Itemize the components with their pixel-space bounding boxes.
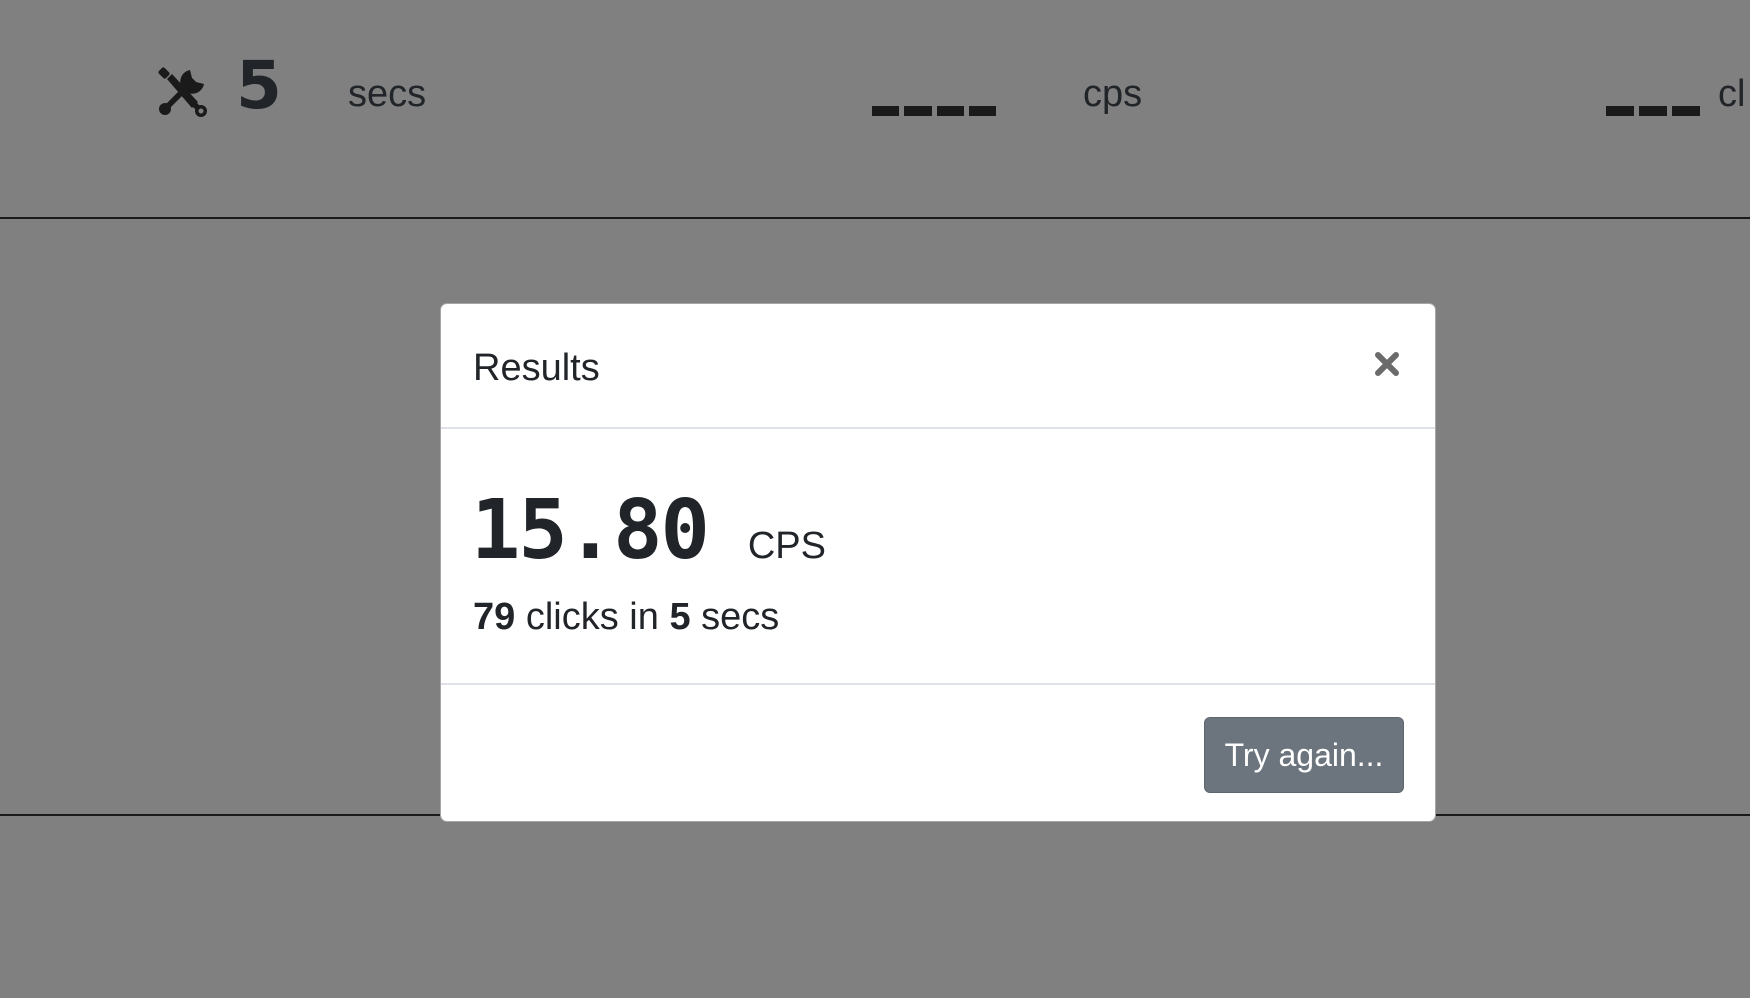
cps-unit: cps xyxy=(1083,73,1143,115)
clicks-unit: cl xyxy=(1718,73,1746,115)
clicks-value-placeholder xyxy=(1606,106,1700,116)
try-again-button[interactable]: Try again... xyxy=(1204,717,1404,793)
seconds-text: secs xyxy=(701,596,780,638)
page: 5 secs cps cl Results 15.80 CPS 79 click… xyxy=(0,0,1750,998)
modal-title: Results xyxy=(473,347,600,389)
modal-footer: Try again... xyxy=(441,685,1435,821)
clicks-text: clicks in xyxy=(525,596,659,638)
clicks-summary: 79 clicks in 5 secs xyxy=(473,595,779,639)
close-icon[interactable] xyxy=(1369,346,1405,382)
modal-body: 15.80 CPS 79 clicks in 5 secs xyxy=(441,429,1435,685)
modal-header: Results xyxy=(441,304,1435,429)
seconds-count: 5 xyxy=(669,596,691,638)
cps-value-placeholder xyxy=(872,106,996,116)
result-row: 15.80 CPS xyxy=(471,481,826,581)
tools-icon[interactable] xyxy=(156,66,208,118)
duration-unit: secs xyxy=(348,73,427,115)
stats-bar: 5 secs cps cl xyxy=(0,0,1750,219)
cps-result-unit: CPS xyxy=(747,525,826,567)
results-modal: Results 15.80 CPS 79 clicks in 5 secs Tr… xyxy=(440,303,1436,822)
duration-value: 5 xyxy=(236,47,282,124)
cps-result-value: 15.80 xyxy=(471,483,710,578)
clicks-count: 79 xyxy=(473,596,516,638)
